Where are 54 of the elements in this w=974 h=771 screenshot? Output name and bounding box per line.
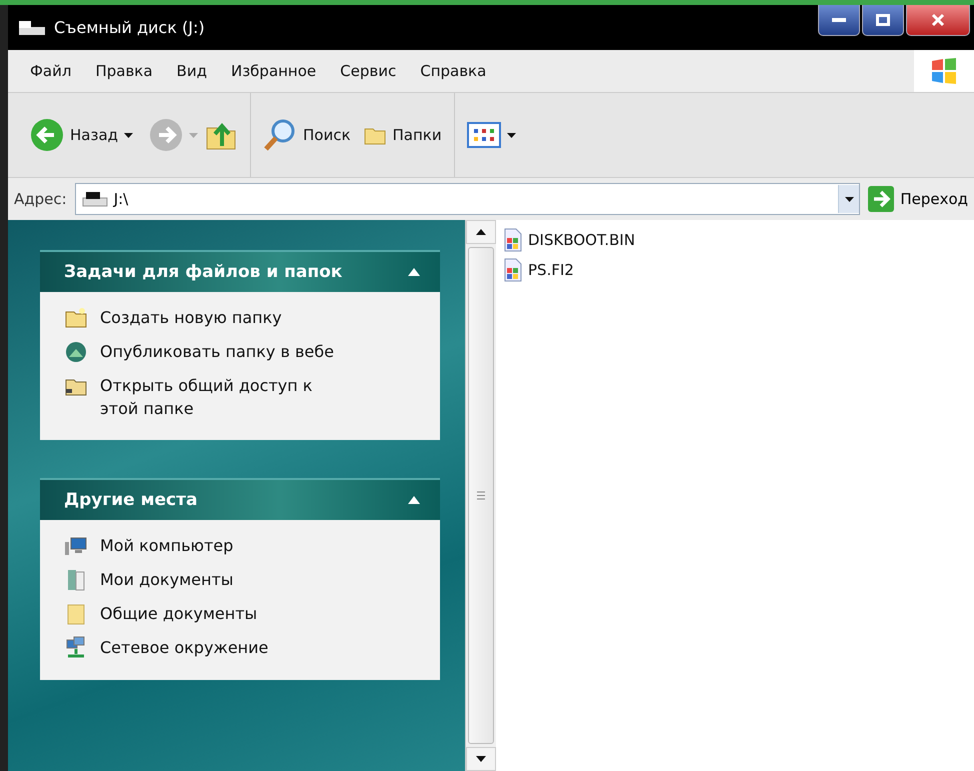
address-label: Адрес: (14, 190, 67, 208)
drive-icon (18, 18, 46, 36)
maximize-icon (876, 14, 890, 26)
minimize-icon (832, 18, 846, 22)
file-icon (502, 228, 524, 252)
dropdown-arrow-icon (506, 132, 516, 138)
menu-item[interactable]: Вид (164, 58, 219, 84)
address-value: J:\ (114, 190, 128, 208)
views-icon (466, 122, 501, 148)
address-field[interactable]: J:\ (74, 183, 860, 215)
maximize-button[interactable] (862, 5, 904, 36)
scrollbar[interactable] (465, 220, 496, 771)
task-link[interactable]: Создать новую папку (100, 306, 282, 329)
caret-up-icon (408, 268, 420, 276)
drive-icon (82, 190, 108, 208)
back-button[interactable]: Назад (24, 114, 124, 156)
menu-item[interactable]: Файл (18, 58, 84, 84)
close-icon (931, 13, 945, 27)
menu-item[interactable]: Сервис (328, 58, 408, 84)
dropdown-arrow-icon (189, 132, 198, 138)
search-button[interactable]: Поиск (257, 114, 357, 156)
section-header[interactable]: Другие места (40, 478, 440, 520)
caret-down-icon (476, 756, 486, 762)
task-link[interactable]: Общие документы (100, 602, 258, 625)
task-link[interactable]: Опубликовать папку в вебе (100, 340, 334, 363)
flag-logo-icon (929, 56, 959, 86)
dropdown-arrow-icon (124, 132, 134, 138)
caret-up-icon (408, 496, 420, 504)
task-link[interactable]: Открыть общий доступ к этой папке (100, 374, 350, 420)
task-link[interactable]: Сетевое окружение (100, 636, 268, 659)
dropdown-arrow-icon (844, 196, 854, 202)
menu-item[interactable]: Правка (83, 58, 165, 84)
globe-icon (64, 340, 88, 364)
scroll-down-button[interactable] (466, 747, 496, 771)
grip-icon (477, 491, 485, 500)
folder-icon (64, 306, 88, 330)
file-name[interactable]: PS.FI2 (528, 261, 574, 279)
menu-item[interactable]: Избранное (218, 58, 328, 84)
section-header[interactable]: Задачи для файлов и папок (40, 250, 440, 292)
go-button[interactable]: Переход (868, 186, 968, 212)
address-dropdown-button[interactable] (838, 185, 860, 213)
menu-item[interactable]: Справка (408, 58, 498, 84)
scroll-thumb[interactable] (468, 247, 494, 744)
search-icon (263, 118, 298, 152)
task-link[interactable]: Мой компьютер (100, 534, 234, 557)
minimize-button[interactable] (818, 5, 860, 36)
scroll-up-button[interactable] (466, 220, 496, 244)
task-link[interactable]: Мои документы (100, 568, 234, 591)
file-icon (502, 258, 524, 282)
caret-up-icon (476, 229, 486, 235)
close-button[interactable] (906, 5, 970, 36)
folders-button[interactable]: Папки (356, 119, 448, 151)
window-title: Съемный диск (J:) (54, 18, 205, 37)
file-name[interactable]: DISKBOOT.BIN (528, 231, 636, 249)
